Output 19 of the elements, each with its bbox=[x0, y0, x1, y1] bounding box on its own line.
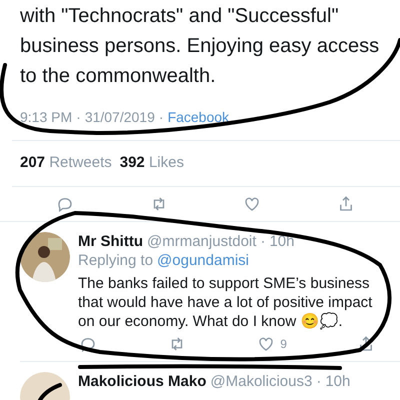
separator: · bbox=[260, 232, 266, 250]
separator: · bbox=[158, 108, 164, 127]
avatar[interactable] bbox=[20, 232, 70, 282]
tweet-date: 31/07/2019 bbox=[84, 108, 155, 127]
replying-label: Replying to bbox=[78, 250, 154, 270]
reply-age: 10h bbox=[325, 372, 350, 390]
separator: · bbox=[316, 372, 322, 390]
reply-text: The banks failed to support SME’s business that would have have a lot of positive impact on our economy. What do I know 😊💭. bbox=[78, 274, 374, 330]
reply-age: 10h bbox=[269, 232, 294, 250]
like-stat[interactable]: 392 Likes bbox=[120, 152, 184, 174]
author-name[interactable]: Makolicious Mako bbox=[78, 372, 206, 390]
author-name[interactable]: Mr Shittu bbox=[78, 232, 143, 250]
like-count: 9 bbox=[280, 336, 287, 352]
separator: · bbox=[76, 108, 81, 127]
tweet-text-line: to the commonwealth. bbox=[20, 64, 217, 89]
tweet-text-line: business persons. Enjoying easy access bbox=[20, 34, 380, 59]
tweet-time: 9:13 PM bbox=[20, 108, 72, 127]
tweet-text-line: with "Technocrats" and "Successful" bbox=[20, 4, 340, 29]
retweet-stat[interactable]: 207 Retweets bbox=[20, 152, 112, 174]
